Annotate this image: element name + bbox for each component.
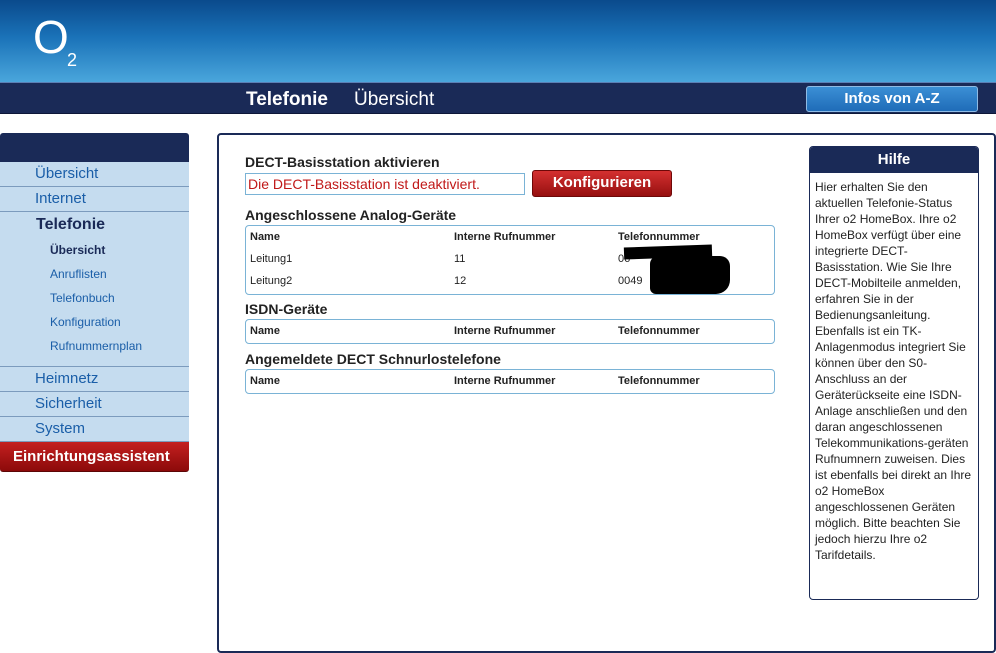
sidebar-item-heimnetz[interactable]: Heimnetz <box>0 367 189 392</box>
table-header: Name Interne Rufnummer Telefonnummer <box>246 370 774 392</box>
logo-letter: O <box>33 11 69 63</box>
sidebar-subitem-anruflisten[interactable]: Anruflisten <box>0 262 189 286</box>
dect-status-field: Die DECT-Basisstation ist deaktiviert. <box>245 173 525 195</box>
row-internal: 11 <box>454 253 466 265</box>
row-name: Leitung1 <box>250 253 293 265</box>
analog-section-title: Angeschlossene Analog-Geräte <box>245 207 457 223</box>
sidebar-item-system[interactable]: System <box>0 417 189 442</box>
sidebar-item-sicherheit[interactable]: Sicherheit <box>0 392 189 417</box>
dect-phones-table: Name Interne Rufnummer Telefonnummer <box>245 369 775 394</box>
sidebar-item-uebersicht[interactable]: Übersicht <box>0 162 189 187</box>
row-internal: 12 <box>454 275 467 287</box>
sidebar-sublist: Übersicht Anruflisten Telefonbuch Konfig… <box>0 238 189 366</box>
page-title-section: Telefonie <box>246 89 328 110</box>
sidebar-item-telefonie[interactable]: Telefonie <box>0 212 189 238</box>
col-internal-number: Interne Rufnummer <box>454 231 556 243</box>
sidebar-header <box>0 133 189 162</box>
col-internal-number: Interne Rufnummer <box>454 375 556 387</box>
redaction-mark <box>650 256 730 294</box>
col-phone-number: Telefonnummer <box>618 325 700 337</box>
col-internal-number: Interne Rufnummer <box>454 325 556 337</box>
help-title: Hilfe <box>810 147 978 173</box>
col-phone-number: Telefonnummer <box>618 231 700 243</box>
sidebar-subitem-konfiguration[interactable]: Konfiguration <box>0 310 189 334</box>
col-name: Name <box>250 325 280 337</box>
sidebar-nav: Übersicht Internet Telefonie Übersicht A… <box>0 133 189 472</box>
title-bar: Telefonie Übersicht Infos von A-Z <box>0 82 996 114</box>
header-banner: O 2 <box>0 0 996 82</box>
sidebar-group-telefonie: Telefonie Übersicht Anruflisten Telefonb… <box>0 212 189 367</box>
setup-wizard-button[interactable]: Einrichtungsassistent <box>0 442 189 472</box>
sidebar-subitem-rufnummernplan[interactable]: Rufnummernplan <box>0 334 189 358</box>
dect-section-title: DECT-Basisstation aktivieren <box>245 154 440 170</box>
o2-logo[interactable]: O 2 <box>33 11 77 70</box>
page-title-subsection: Übersicht <box>354 89 435 110</box>
col-phone-number: Telefonnummer <box>618 375 700 387</box>
help-text: Hier erhalten Sie den aktuellen Telefoni… <box>815 180 972 562</box>
dect-phones-section-title: Angemeldete DECT Schnurlostelefone <box>245 351 501 367</box>
logo-subscript: 2 <box>67 50 78 70</box>
isdn-section-title: ISDN-Geräte <box>245 301 328 317</box>
sidebar-subitem-telefonbuch[interactable]: Telefonbuch <box>0 286 189 310</box>
col-name: Name <box>250 231 280 243</box>
table-header: Name Interne Rufnummer Telefonnummer <box>246 320 774 342</box>
sidebar-item-internet[interactable]: Internet <box>0 187 189 212</box>
row-phone: 0049 <box>618 275 643 287</box>
configure-button[interactable]: Konfigurieren <box>532 170 672 197</box>
infos-a-z-button[interactable]: Infos von A-Z <box>806 86 978 112</box>
help-panel: Hilfe Hier erhalten Sie den aktuellen Te… <box>809 146 979 600</box>
col-name: Name <box>250 375 280 387</box>
row-name: Leitung2 <box>250 275 293 287</box>
isdn-devices-table: Name Interne Rufnummer Telefonnummer <box>245 319 775 344</box>
analog-devices-table: Name Interne Rufnummer Telefonnummer Lei… <box>245 225 775 295</box>
sidebar-subitem-uebersicht[interactable]: Übersicht <box>0 238 189 262</box>
